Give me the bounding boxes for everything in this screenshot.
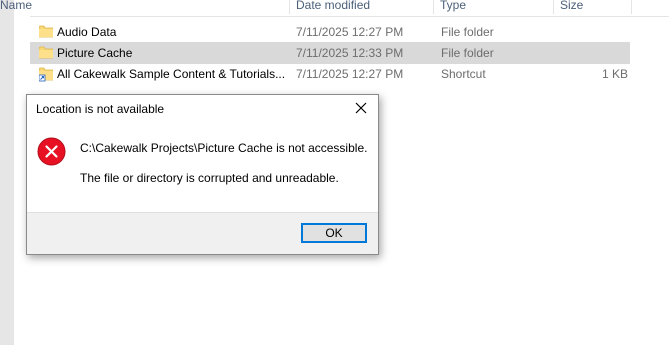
file-row-picture-cache[interactable]: Picture Cache 7/11/2025 12:33 PM File fo… [30,42,630,64]
file-date: 7/11/2025 12:27 PM [296,25,404,39]
file-size: 1 KB [601,67,628,81]
shortcut-icon [39,67,53,82]
column-header-bar: Name Date modified Type Size [0,0,669,17]
error-dialog: Location is not available C:\Cakewalk Pr… [26,94,379,255]
file-date: 7/11/2025 12:33 PM [296,46,404,60]
navigation-pane-edge [0,0,14,345]
ok-button[interactable]: OK [301,223,367,243]
dialog-footer: OK [27,212,378,254]
file-row-audio-data[interactable]: Audio Data 7/11/2025 12:27 PM File folde… [30,21,630,43]
file-name: Audio Data [57,25,117,39]
file-date: 7/11/2025 12:27 PM [296,67,404,81]
column-header-size[interactable]: Size [554,0,632,14]
column-header-date-modified[interactable]: Date modified [290,0,434,14]
file-type: Shortcut [441,67,486,81]
dialog-title: Location is not available [36,102,165,116]
file-row-shortcut[interactable]: All Cakewalk Sample Content & Tutorials.… [30,63,630,85]
file-type: File folder [441,46,494,60]
folder-icon [39,25,53,38]
file-name: All Cakewalk Sample Content & Tutorials.… [57,67,286,81]
column-header-name[interactable]: Name [0,0,290,14]
file-name: Picture Cache [57,46,133,60]
column-header-type[interactable]: Type [434,0,554,14]
close-icon[interactable] [352,99,370,117]
folder-icon [39,46,53,59]
file-type: File folder [441,25,494,39]
error-message-detail: The file or directory is corrupted and u… [80,171,339,185]
error-message-path: C:\Cakewalk Projects\Picture Cache is no… [80,141,368,155]
error-icon [37,137,66,166]
